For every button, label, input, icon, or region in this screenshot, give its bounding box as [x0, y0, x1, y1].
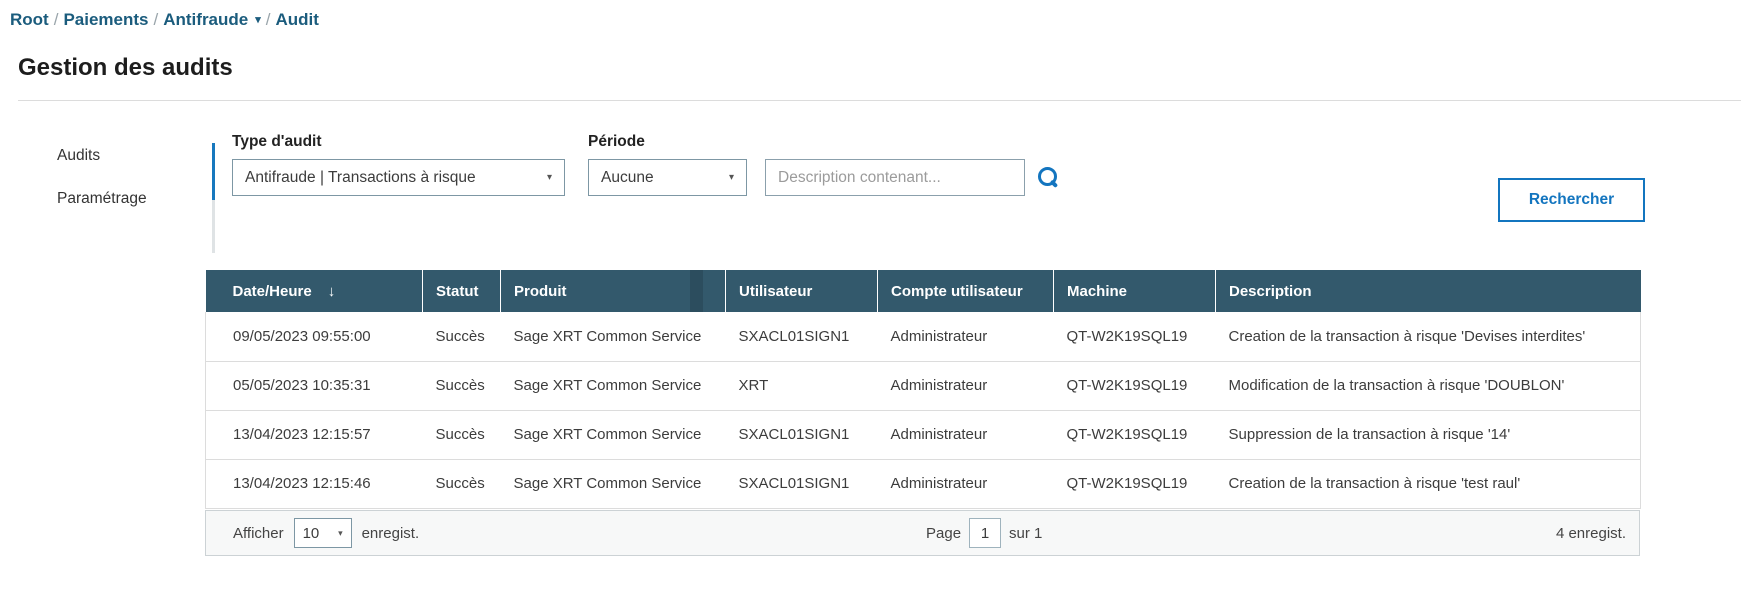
cell-description: Creation de la transaction à risque 'Dev… [1216, 312, 1641, 361]
cell-utilisateur: XRT [726, 361, 878, 410]
breadcrumb-item-paiements[interactable]: Paiements [63, 10, 148, 29]
page-label: Page [926, 525, 961, 542]
audit-table: Date/Heure↓ Statut Produit Utilisateur C… [205, 270, 1641, 509]
breadcrumb-separator: / [154, 10, 159, 29]
chevron-down-icon: ▾ [338, 528, 343, 539]
column-header-utilisateur[interactable]: Utilisateur [726, 270, 878, 312]
chevron-down-icon[interactable]: ▾ [255, 14, 261, 26]
periode-select[interactable]: Aucune ▾ [588, 159, 747, 196]
table-row[interactable]: 05/05/2023 10:35:31 Succès Sage XRT Comm… [206, 361, 1641, 410]
page-size-select[interactable]: 10 ▾ [294, 518, 352, 548]
table-row[interactable]: 13/04/2023 12:15:46 Succès Sage XRT Comm… [206, 459, 1641, 508]
table-row[interactable]: 09/05/2023 09:55:00 Succès Sage XRT Comm… [206, 312, 1641, 361]
cell-compte: Administrateur [878, 459, 1054, 508]
cell-statut: Succès [423, 410, 501, 459]
cell-produit: Sage XRT Common Service [501, 312, 726, 361]
page-size-group: Afficher 10 ▾ enregist. [233, 518, 419, 548]
page-number-group: Page sur 1 [926, 518, 1042, 548]
cell-description: Modification de la transaction à risque … [1216, 361, 1641, 410]
periode-label: Période [588, 133, 645, 151]
cell-utilisateur: SXACL01SIGN1 [726, 312, 878, 361]
breadcrumb-item-audit[interactable]: Audit [276, 10, 319, 29]
record-count: 4 enregist. [1556, 525, 1626, 542]
table-header-row: Date/Heure↓ Statut Produit Utilisateur C… [206, 270, 1641, 312]
audit-management-page: Root/Paiements/Antifraude▾/Audit Gestion… [0, 0, 1741, 589]
column-header-produit[interactable]: Produit [501, 270, 726, 312]
breadcrumb-separator: / [54, 10, 59, 29]
cell-datetime: 05/05/2023 10:35:31 [206, 361, 423, 410]
cell-datetime: 09/05/2023 09:55:00 [206, 312, 423, 361]
cell-produit: Sage XRT Common Service [501, 410, 726, 459]
cell-machine: QT-W2K19SQL19 [1054, 312, 1216, 361]
title-divider [18, 100, 1741, 101]
sort-desc-icon[interactable]: ↓ [328, 283, 336, 300]
page-size-value: 10 [303, 525, 320, 542]
sidebar-active-indicator [212, 143, 215, 200]
search-icon[interactable] [1038, 167, 1060, 189]
column-header-statut[interactable]: Statut [423, 270, 501, 312]
column-header-machine[interactable]: Machine [1054, 270, 1216, 312]
breadcrumb-item-antifraude[interactable]: Antifraude [163, 10, 248, 29]
cell-datetime: 13/04/2023 12:15:57 [206, 410, 423, 459]
column-header-date-heure[interactable]: Date/Heure↓ [206, 270, 423, 312]
cell-compte: Administrateur [878, 312, 1054, 361]
cell-produit: Sage XRT Common Service [501, 459, 726, 508]
breadcrumb: Root/Paiements/Antifraude▾/Audit [10, 10, 319, 30]
periode-value: Aucune [601, 169, 654, 187]
cell-utilisateur: SXACL01SIGN1 [726, 410, 878, 459]
type-audit-value: Antifraude | Transactions à risque [245, 169, 476, 187]
cell-description: Suppression de la transaction à risque '… [1216, 410, 1641, 459]
cell-utilisateur: SXACL01SIGN1 [726, 459, 878, 508]
cell-machine: QT-W2K19SQL19 [1054, 459, 1216, 508]
type-audit-label: Type d'audit [232, 133, 322, 151]
cell-datetime: 13/04/2023 12:15:46 [206, 459, 423, 508]
cell-compte: Administrateur [878, 361, 1054, 410]
sidebar-item-parametrage[interactable]: Paramétrage [57, 190, 147, 208]
sur-label: sur 1 [1009, 525, 1042, 542]
page-title: Gestion des audits [18, 54, 233, 82]
column-header-compte-utilisateur[interactable]: Compte utilisateur [878, 270, 1054, 312]
cell-compte: Administrateur [878, 410, 1054, 459]
chevron-down-icon: ▾ [729, 172, 734, 183]
page-number-input[interactable] [969, 518, 1001, 548]
table-row[interactable]: 13/04/2023 12:15:57 Succès Sage XRT Comm… [206, 410, 1641, 459]
breadcrumb-item-root[interactable]: Root [10, 10, 49, 29]
afficher-label: Afficher [233, 525, 284, 542]
cell-produit: Sage XRT Common Service [501, 361, 726, 410]
sidebar-item-audits[interactable]: Audits [57, 147, 100, 165]
type-audit-select[interactable]: Antifraude | Transactions à risque ▾ [232, 159, 565, 196]
cell-machine: QT-W2K19SQL19 [1054, 361, 1216, 410]
breadcrumb-separator: / [266, 10, 271, 29]
cell-statut: Succès [423, 361, 501, 410]
cell-description: Creation de la transaction à risque 'tes… [1216, 459, 1641, 508]
table-pagination-bar: Afficher 10 ▾ enregist. Page sur 1 4 enr… [205, 510, 1640, 556]
rechercher-button[interactable]: Rechercher [1498, 178, 1645, 222]
chevron-down-icon: ▾ [547, 172, 552, 183]
sidebar-divider [212, 200, 215, 253]
enregist-label: enregist. [362, 525, 420, 542]
cell-machine: QT-W2K19SQL19 [1054, 410, 1216, 459]
description-filter-input[interactable] [765, 159, 1025, 196]
column-header-description[interactable]: Description [1216, 270, 1641, 312]
cell-statut: Succès [423, 459, 501, 508]
cell-statut: Succès [423, 312, 501, 361]
